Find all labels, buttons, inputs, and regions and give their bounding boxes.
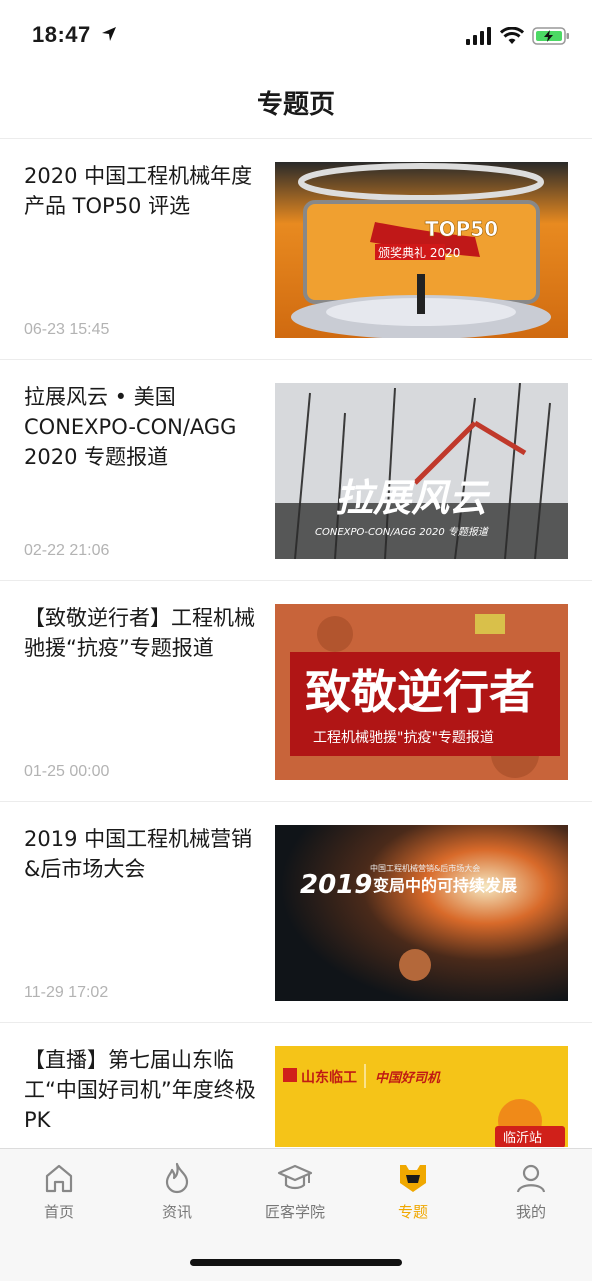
tab-home[interactable]: 首页	[0, 1161, 118, 1222]
status-bar: 18:47	[0, 0, 592, 72]
location-arrow-icon	[102, 27, 116, 41]
thumb-caption: 山东临工	[301, 1069, 357, 1086]
tab-topics[interactable]: 专题	[354, 1161, 472, 1222]
topic-time: 01-25 00:00	[24, 763, 110, 780]
topic-thumbnail[interactable]: 拉展风云 CONEXPO-CON/AGG 2020 专题报道	[275, 383, 568, 559]
topic-time: 02-22 21:06	[24, 542, 110, 559]
topic-item[interactable]: 拉展风云 • 美国 CONEXPO-CON/AGG 2020 专题报道 02-2…	[0, 360, 592, 581]
topic-thumbnail[interactable]: 中国工程机械营销&后市场大会 2019 变局中的可持续发展	[275, 825, 568, 1001]
topic-item[interactable]: 【直播】第七届山东临工“中国好司机”年度终极 PK 山东临工 中国好司机 临沂站	[0, 1023, 592, 1147]
topic-item[interactable]: 【致敬逆行者】工程机械驰援“抗疫”专题报道 01-25 00:00 致敬逆行者 …	[0, 581, 592, 802]
wifi-icon	[500, 27, 524, 44]
tab-news[interactable]: 资讯	[118, 1161, 236, 1222]
tab-label: 匠客学院	[264, 1203, 325, 1221]
topic-list[interactable]: 2020 中国工程机械年度产品 TOP50 评选 06-23 15:45 颁奖典…	[0, 139, 592, 1147]
topic-thumbnail[interactable]: 山东临工 中国好司机 临沂站	[275, 1046, 568, 1147]
thumb-logo: TOP50	[425, 217, 498, 241]
signal-icon	[466, 27, 491, 45]
topic-title: 拉展风云 • 美国 CONEXPO-CON/AGG 2020 专题报道	[24, 385, 237, 469]
battery-icon	[532, 27, 569, 45]
topic-item[interactable]: 2019 中国工程机械营销&后市场大会 11-29 17:02 中国工程机械营销…	[0, 802, 592, 1023]
page-title: 专题页	[256, 90, 335, 120]
tab-label: 我的	[515, 1203, 546, 1221]
navigation-bar: 专题页	[0, 72, 592, 139]
tab-academy[interactable]: 匠客学院	[236, 1161, 354, 1222]
topic-time: 06-23 15:45	[24, 321, 110, 338]
home-indicator[interactable]	[190, 1259, 402, 1266]
tab-label: 专题	[397, 1203, 428, 1221]
flame-icon	[165, 1162, 189, 1194]
thumb-toptext: 中国工程机械营销&后市场大会	[370, 863, 480, 873]
topic-time: 11-29 17:02	[24, 984, 109, 1001]
topic-title: 2019 中国工程机械营销&后市场大会	[24, 827, 253, 881]
status-icons	[466, 26, 570, 46]
thumb-subcaption: CONEXPO-CON/AGG 2020 专题报道	[315, 526, 490, 538]
home-icon	[45, 1164, 73, 1193]
thumb-subcaption: 变局中的可持续发展	[373, 876, 518, 895]
topic-item[interactable]: 2020 中国工程机械年度产品 TOP50 评选 06-23 15:45 颁奖典…	[0, 139, 592, 360]
topic-thumbnail[interactable]: 致敬逆行者 工程机械驰援"抗疫"专题报道	[275, 604, 568, 780]
thumb-subcaption: 中国好司机	[375, 1070, 441, 1086]
thumb-subcaption: 工程机械驰援"抗疫"专题报道	[313, 730, 494, 746]
topic-icon	[400, 1165, 426, 1192]
status-time: 18:47	[32, 22, 91, 47]
topic-title: 2020 中国工程机械年度产品 TOP50 评选	[24, 164, 253, 218]
thumb-tag: 临沂站	[503, 1131, 542, 1146]
thumb-caption: 致敬逆行者	[305, 665, 535, 719]
topic-title: 【直播】第七届山东临工“中国好司机”年度终极 PK	[24, 1048, 256, 1132]
tab-profile[interactable]: 我的	[472, 1161, 590, 1222]
thumb-caption: 2019	[300, 870, 372, 900]
person-icon	[516, 1164, 546, 1193]
topic-title: 【致敬逆行者】工程机械驰援“抗疫”专题报道	[24, 606, 255, 660]
tab-label: 资讯	[161, 1203, 192, 1221]
tab-label: 首页	[43, 1203, 74, 1221]
thumb-caption: 拉展风云	[335, 476, 491, 520]
thumb-caption: 颁奖典礼 2020	[378, 245, 460, 260]
graduation-cap-icon	[277, 1164, 313, 1190]
topic-thumbnail[interactable]: 颁奖典礼 2020 TOP50	[275, 162, 568, 338]
